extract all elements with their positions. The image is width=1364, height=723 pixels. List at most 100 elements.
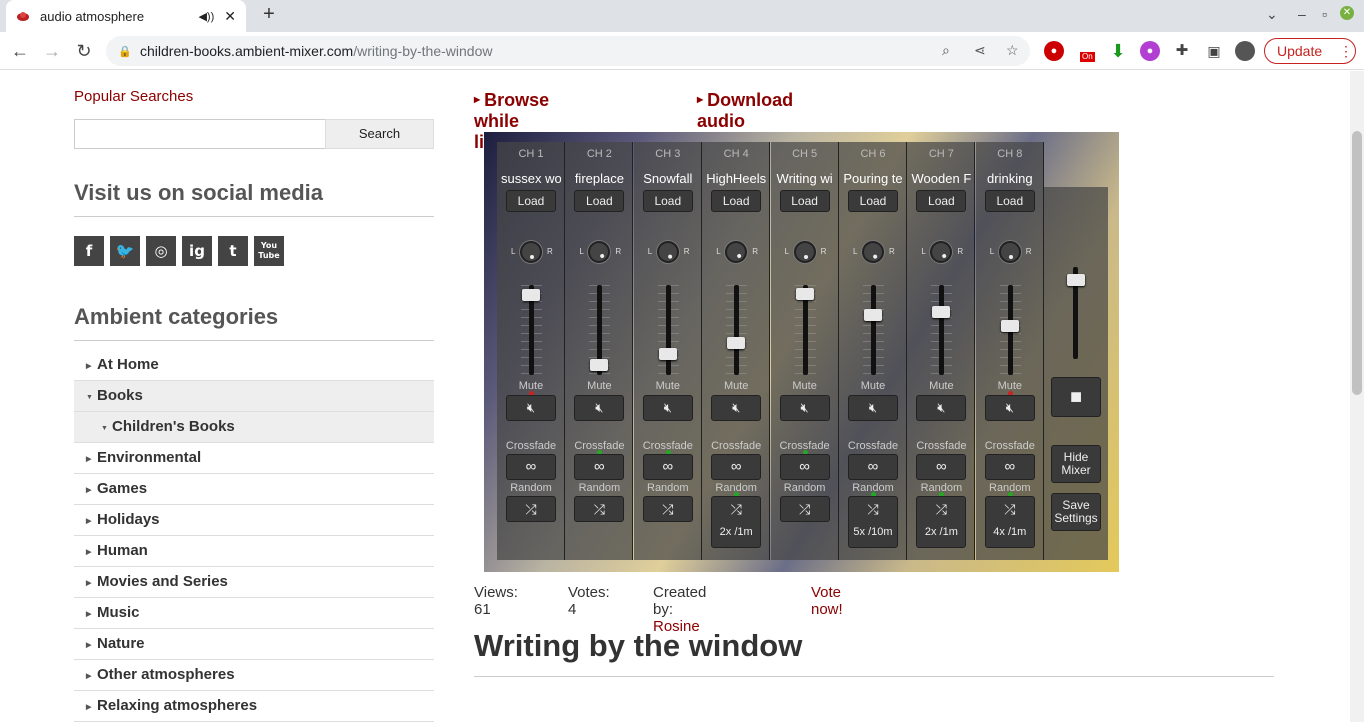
tumblr-icon[interactable]: t <box>218 236 248 266</box>
vote-now-link[interactable]: Vote now! <box>811 584 843 618</box>
twitter-icon[interactable]: 🐦 <box>110 236 140 266</box>
random-button[interactable]: ⤮ <box>779 496 830 522</box>
volume-track[interactable] <box>871 285 876 375</box>
crossfade-button[interactable]: ∞ <box>506 454 556 480</box>
update-button[interactable]: Update ⋮ <box>1264 38 1356 64</box>
load-button[interactable]: Load <box>711 190 762 212</box>
bookmark-star-icon[interactable]: ☆ <box>1006 42 1019 59</box>
channel-sound-name[interactable]: drinking <box>980 171 1040 186</box>
category-item[interactable]: ▶ Holidays <box>74 505 434 536</box>
page-scrollbar[interactable] <box>1350 71 1364 722</box>
download-arrow-icon[interactable]: ⬇ <box>1108 41 1128 61</box>
address-bar[interactable]: 🔒 children-books.ambient-mixer.com/writi… <box>106 36 1030 66</box>
channel-sound-name[interactable]: Snowfall <box>638 171 698 186</box>
extension-on-icon[interactable]: On <box>1076 41 1096 62</box>
volume-track[interactable] <box>665 285 671 375</box>
share-icon[interactable]: ⋖ <box>974 42 986 59</box>
crossfade-button[interactable]: ∞ <box>916 454 967 480</box>
category-item[interactable]: ▼ Children's Books <box>74 412 434 443</box>
pan-knob[interactable] <box>520 241 542 263</box>
mute-button[interactable]: 🔇︎ <box>506 395 556 421</box>
zoom-search-icon[interactable]: ⌕ <box>942 42 950 59</box>
channel-sound-name[interactable]: fireplace <box>569 171 629 186</box>
category-item[interactable]: ▼ Books <box>74 381 434 412</box>
master-volume-handle[interactable] <box>1067 273 1085 286</box>
crossfade-button[interactable]: ∞ <box>984 454 1035 480</box>
volume-track[interactable] <box>734 285 740 375</box>
pan-knob[interactable] <box>793 241 816 263</box>
volume-handle[interactable] <box>795 287 814 300</box>
save-settings-button[interactable]: Save Settings <box>1051 493 1101 531</box>
random-button[interactable]: ⤮ 5x /10m <box>848 496 898 548</box>
crossfade-button[interactable]: ∞ <box>642 454 693 480</box>
load-button[interactable]: Load <box>848 190 898 212</box>
search-input[interactable] <box>74 119 326 149</box>
volume-handle[interactable] <box>522 289 540 302</box>
channel-sound-name[interactable]: sussex wo <box>501 171 561 186</box>
mute-button[interactable]: 🔇︎ <box>779 395 830 421</box>
side-panel-icon[interactable]: ▣ <box>1204 41 1224 61</box>
extensions-puzzle-icon[interactable]: ✚ <box>1172 41 1192 61</box>
random-button[interactable]: ⤮ <box>506 496 556 522</box>
volume-handle[interactable] <box>590 358 609 371</box>
category-item[interactable]: ▶ Other atmospheres <box>74 660 434 691</box>
category-item[interactable]: ▶ Movies and Series <box>74 567 434 598</box>
channel-sound-name[interactable]: Writing wi <box>775 171 835 186</box>
mute-button[interactable]: 🔇︎ <box>711 395 762 421</box>
category-item[interactable]: ▶ At Home <box>74 350 434 381</box>
stop-button[interactable]: ■ <box>1051 377 1101 417</box>
pan-knob[interactable] <box>859 238 887 266</box>
close-window-icon[interactable]: ✕ <box>1340 6 1354 20</box>
back-icon[interactable]: ← <box>8 40 32 62</box>
mute-button[interactable]: 🔇︎ <box>984 395 1035 421</box>
random-button[interactable]: ⤮ <box>574 496 625 522</box>
mute-button[interactable]: 🔇︎ <box>642 395 693 421</box>
profile-avatar[interactable] <box>1235 41 1255 61</box>
reload-icon[interactable]: ↻ <box>72 40 96 62</box>
instagram-icon[interactable]: ◎ <box>146 236 176 266</box>
pan-knob[interactable] <box>721 237 751 267</box>
tab-search-icon[interactable]: ⌄ <box>1266 6 1278 23</box>
extension-red-icon[interactable]: ● <box>1044 41 1064 61</box>
browser-tab[interactable]: audio atmosphere ◀)) ✕ <box>6 0 246 32</box>
volume-handle[interactable] <box>727 337 746 350</box>
volume-handle[interactable] <box>1000 320 1019 333</box>
volume-handle[interactable] <box>864 308 882 321</box>
volume-handle[interactable] <box>932 306 951 318</box>
audio-playing-icon[interactable]: ◀)) <box>198 10 214 23</box>
popular-searches-link[interactable]: Popular Searches <box>74 88 193 105</box>
channel-sound-name[interactable]: HighHeels <box>706 171 766 186</box>
category-item[interactable]: ▶ Music <box>74 598 434 629</box>
load-button[interactable]: Load <box>506 190 556 212</box>
channel-sound-name[interactable]: Wooden F <box>911 171 972 186</box>
pan-knob[interactable] <box>998 241 1021 263</box>
close-tab-icon[interactable]: ✕ <box>224 8 236 25</box>
random-button[interactable]: ⤮ <box>642 496 693 522</box>
load-button[interactable]: Load <box>984 190 1035 212</box>
extension-purple-icon[interactable]: ● <box>1140 41 1160 61</box>
youtube-icon[interactable]: You Tube <box>254 236 284 266</box>
load-button[interactable]: Load <box>779 190 830 212</box>
random-button[interactable]: ⤮ 2x /1m <box>916 496 967 548</box>
load-button[interactable]: Load <box>916 190 967 212</box>
mute-button[interactable]: 🔇︎ <box>848 395 898 421</box>
forward-icon[interactable]: → <box>40 40 64 62</box>
restore-icon[interactable]: ▫ <box>1322 6 1327 22</box>
pan-knob[interactable] <box>654 238 682 266</box>
crossfade-button[interactable]: ∞ <box>574 454 625 480</box>
scrollbar-thumb[interactable] <box>1352 131 1362 395</box>
random-button[interactable]: ⤮ 2x /1m <box>711 496 762 548</box>
load-button[interactable]: Load <box>574 190 625 212</box>
facebook-icon[interactable]: f <box>74 236 104 266</box>
crossfade-button[interactable]: ∞ <box>779 454 830 480</box>
category-item[interactable]: ▶ Nature <box>74 629 434 660</box>
new-tab-icon[interactable]: + <box>258 4 280 26</box>
volume-handle[interactable] <box>658 348 677 360</box>
pan-knob[interactable] <box>584 237 615 267</box>
crossfade-button[interactable]: ∞ <box>711 454 762 480</box>
channel-sound-name[interactable]: Pouring te <box>843 171 903 186</box>
crossfade-button[interactable]: ∞ <box>848 454 898 480</box>
category-item[interactable]: ▶ Games <box>74 474 434 505</box>
minimize-icon[interactable]: – <box>1298 6 1306 22</box>
search-button[interactable]: Search <box>325 119 434 149</box>
